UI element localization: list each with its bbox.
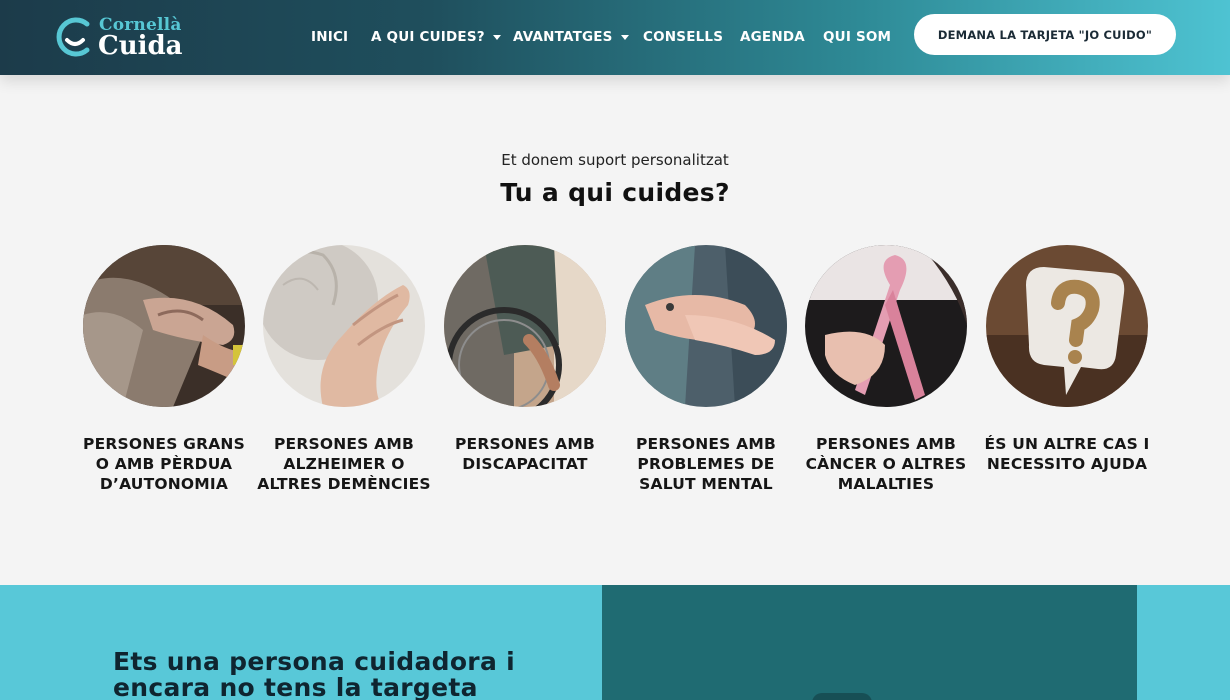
site-header: Cornellà Cuida INICI A QUI CUIDES? AVANT… xyxy=(0,0,1230,75)
holding-hands-photo xyxy=(625,245,787,407)
card-label: PERSONES AMB PROBLEMES DE SALUT MENTAL xyxy=(636,435,776,493)
card-label: PERSONES GRANS O AMB PÈRDUA D’AUTONOMIA xyxy=(83,435,245,493)
card-label: PERSONES AMB CÀNCER O ALTRES MALALTIES xyxy=(805,435,967,493)
card-label: ÉS UN ALTRE CAS I NECESSITO AJUDA xyxy=(984,435,1150,473)
nav-item-label: QUI SOM xyxy=(823,29,892,45)
card-label: PERSONES AMB ALZHEIMER O ALTRES DEMÈNCIE… xyxy=(257,435,431,493)
card-disability[interactable]: PERSONES AMB DISCAPACITAT xyxy=(435,245,615,474)
promo-heading: Ets una persona cuidadora i encara no te… xyxy=(113,647,515,700)
chevron-down-icon xyxy=(620,34,629,40)
nav-item-label: AVANTATGES xyxy=(513,29,613,45)
card-dementia[interactable]: PERSONES AMB ALZHEIMER O ALTRES DEMÈNCIE… xyxy=(254,245,434,494)
request-card-button[interactable]: DEMANA LA TARJETA "JO CUIDO" xyxy=(914,14,1176,55)
cornella-cuida-logo[interactable]: Cornellà Cuida xyxy=(54,13,194,63)
nav-item-label: INICI xyxy=(311,29,349,45)
logo-c-icon xyxy=(56,17,90,57)
nav-item-consells[interactable]: CONSELLS xyxy=(643,29,723,45)
card-cancer[interactable]: PERSONES AMB CÀNCER O ALTRES MALALTIES xyxy=(796,245,976,494)
question-mark-photo xyxy=(986,245,1148,407)
section-subtitle: Et donem suport personalitzat xyxy=(501,151,729,169)
section-title: Tu a qui cuides? xyxy=(500,178,730,207)
card-elderly[interactable]: PERSONES GRANS O AMB PÈRDUA D’AUTONOMIA xyxy=(74,245,254,494)
card-other[interactable]: ÉS UN ALTRE CAS I NECESSITO AJUDA xyxy=(977,245,1157,474)
wheelchair-photo xyxy=(444,245,606,407)
elderly-hands-photo xyxy=(83,245,245,407)
nav-item-agenda[interactable]: AGENDA xyxy=(740,29,805,45)
card-promo-section: Ets una persona cuidadora i encara no te… xyxy=(0,585,1230,700)
nav-item-label: CONSELLS xyxy=(643,29,724,45)
nav-item-label: AGENDA xyxy=(740,29,805,45)
card-mental-health[interactable]: PERSONES AMB PROBLEMES DE SALUT MENTAL xyxy=(616,245,796,494)
nav-item-inici[interactable]: INICI xyxy=(311,29,348,45)
video-panel[interactable] xyxy=(602,585,1137,700)
nav-item-a-qui-cuides[interactable]: A QUI CUIDES? xyxy=(371,29,501,45)
chevron-down-icon xyxy=(492,34,501,40)
card-label: PERSONES AMB DISCAPACITAT xyxy=(455,435,595,473)
nav-item-avantatges[interactable]: AVANTATGES xyxy=(513,29,629,45)
pink-ribbon-photo xyxy=(805,245,967,407)
nav-item-qui-som[interactable]: QUI SOM xyxy=(823,29,891,45)
dementia-hand-photo xyxy=(263,245,425,407)
play-button-icon[interactable] xyxy=(812,693,872,700)
nav-item-label: A QUI CUIDES? xyxy=(371,29,485,45)
logo-text-bottom: Cuida xyxy=(98,31,183,61)
